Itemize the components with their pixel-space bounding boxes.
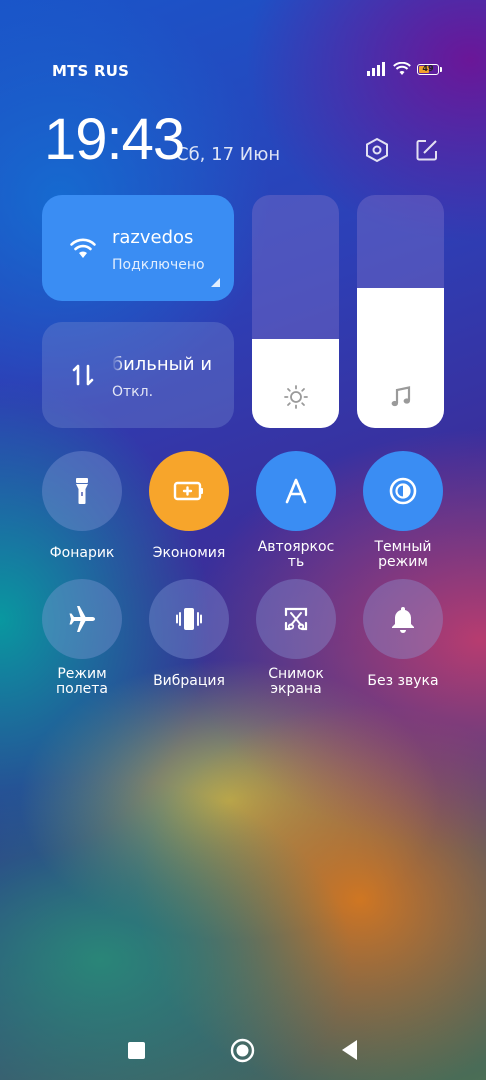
screenshot-label-text: Снимок экрана xyxy=(268,666,324,697)
wifi-tile[interactable]: razvedos Подключено xyxy=(42,195,234,301)
back-button[interactable] xyxy=(340,1038,358,1066)
status-icons: 49 xyxy=(367,62,442,76)
home-circle-icon xyxy=(230,1038,255,1063)
date: Сб, 17 Июн xyxy=(176,144,281,165)
battery-saver-icon xyxy=(173,481,203,501)
battery-saver-label: Экономия xyxy=(152,545,226,561)
silent-mode-label: Без звука xyxy=(367,673,439,689)
screenshot-icon xyxy=(284,607,308,631)
home-button[interactable] xyxy=(230,1038,255,1067)
edit-icon[interactable] xyxy=(413,136,441,164)
wifi-icon xyxy=(70,238,96,258)
mobile-data-tile[interactable]: бильный и Откл. xyxy=(42,322,234,428)
screenshot-label: Снимок экрана xyxy=(243,667,349,697)
silent-mode-toggle[interactable] xyxy=(363,579,443,659)
clock: 19:43 xyxy=(44,107,185,172)
settings-icon[interactable] xyxy=(363,136,391,164)
carrier-name: MTS RUS xyxy=(52,62,130,80)
dark-mode-label-text: Темный режим xyxy=(374,539,432,570)
mobile-data-name: бильный и xyxy=(112,354,213,375)
wifi-status: Подключено xyxy=(112,257,205,273)
expand-corner-icon xyxy=(211,278,220,287)
airplane-mode-toggle[interactable] xyxy=(42,579,122,659)
auto-brightness-label-text: Автояркос ть xyxy=(257,539,335,570)
airplane-mode-label: Режим полета xyxy=(29,667,135,697)
flashlight-label: Фонарик xyxy=(49,545,115,561)
wifi-network-name: razvedos xyxy=(112,227,194,248)
auto-brightness-toggle[interactable] xyxy=(256,451,336,531)
mobile-data-status: Откл. xyxy=(112,384,154,400)
dark-mode-label: Темный режим xyxy=(350,540,456,570)
auto-brightness-label: Автояркос ть xyxy=(243,540,349,570)
auto-brightness-icon xyxy=(285,478,307,504)
back-triangle-icon xyxy=(342,1040,357,1060)
vibration-toggle[interactable] xyxy=(149,579,229,659)
battery-icon: 49 xyxy=(417,63,439,75)
battery-percent: 49 xyxy=(422,64,434,73)
recents-button[interactable] xyxy=(128,1038,145,1059)
bell-icon xyxy=(392,607,414,633)
brightness-icon xyxy=(283,385,308,409)
brightness-slider[interactable] xyxy=(252,195,339,428)
square-icon xyxy=(128,1042,145,1059)
airplane-mode-label-text: Режим полета xyxy=(55,666,108,697)
dark-mode-icon xyxy=(389,477,417,505)
signal-icon xyxy=(367,62,385,76)
wifi-status-icon xyxy=(393,62,411,75)
vibration-icon xyxy=(176,608,202,630)
battery-saver-toggle[interactable] xyxy=(149,451,229,531)
dark-mode-toggle[interactable] xyxy=(363,451,443,531)
vibration-label: Вибрация xyxy=(153,673,225,689)
airplane-icon xyxy=(69,606,95,632)
flashlight-icon xyxy=(76,478,88,504)
screenshot-toggle[interactable] xyxy=(256,579,336,659)
flashlight-toggle[interactable] xyxy=(42,451,122,531)
music-note-icon xyxy=(391,386,410,407)
data-transfer-icon xyxy=(72,364,94,386)
volume-slider[interactable] xyxy=(357,195,444,428)
